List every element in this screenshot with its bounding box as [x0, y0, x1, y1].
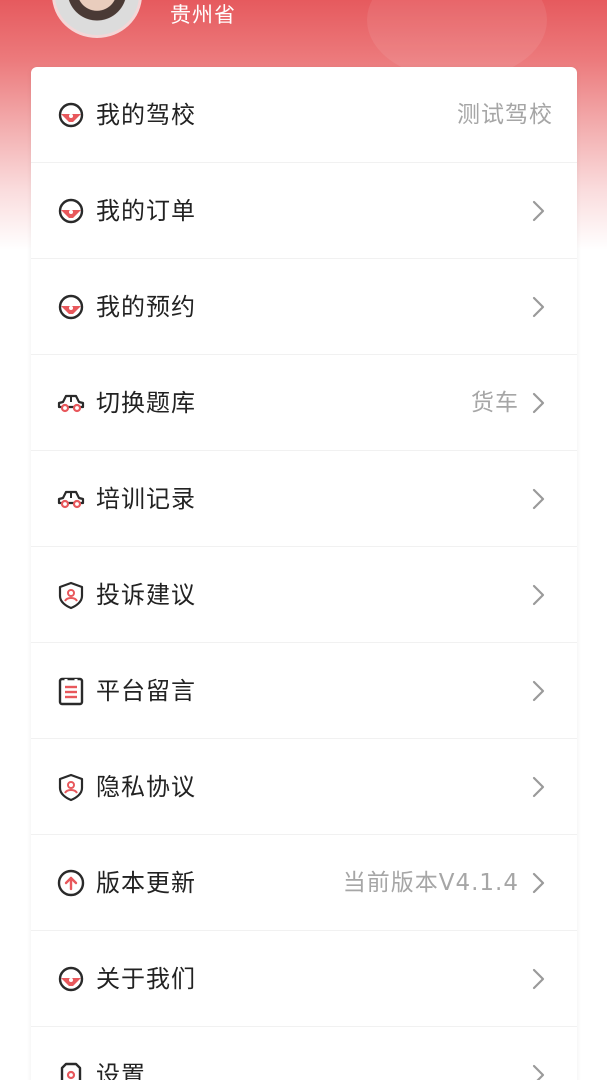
steering-wheel-icon — [58, 102, 84, 128]
menu-item-label: 我的预约 — [96, 293, 196, 321]
menu-item-label: 隐私协议 — [96, 773, 196, 801]
chevron-right-icon — [532, 296, 545, 318]
menu-item-label: 投诉建议 — [96, 581, 196, 609]
menu-item-complaints-suggestions[interactable]: 投诉建议 — [31, 547, 577, 643]
menu-item-label: 关于我们 — [96, 965, 196, 993]
menu-item-label: 培训记录 — [96, 485, 196, 513]
steering-wheel-icon — [58, 198, 84, 224]
menu-item-label: 切换题库 — [96, 389, 196, 417]
chevron-right-icon — [532, 584, 545, 606]
chevron-right-icon — [532, 776, 545, 798]
chevron-right-icon — [532, 872, 545, 894]
user-shield-icon — [58, 773, 84, 802]
message-board-icon — [58, 677, 84, 706]
chevron-right-icon — [532, 392, 545, 414]
menu-item-platform-messages[interactable]: 平台留言 — [31, 643, 577, 739]
user-shield-icon — [58, 581, 84, 610]
chevron-right-icon — [532, 680, 545, 702]
menu-item-value: 测试驾校 — [457, 102, 553, 128]
menu-item-version-update[interactable]: 版本更新 当前版本V4.1.4 — [31, 835, 577, 931]
chevron-right-icon — [532, 488, 545, 510]
menu-item-about-us[interactable]: 关于我们 — [31, 931, 577, 1027]
menu-card: 我的驾校 测试驾校 我的订单 我的预约 切换题库 货车 培训记录 投诉建议 平台… — [31, 67, 577, 1080]
steering-wheel-icon — [58, 294, 84, 320]
chevron-right-icon — [532, 968, 545, 990]
menu-item-value: 当前版本V4.1.4 — [342, 870, 519, 896]
menu-item-my-driving-school[interactable]: 我的驾校 测试驾校 — [31, 67, 577, 163]
menu-item-my-orders[interactable]: 我的订单 — [31, 163, 577, 259]
car-icon — [57, 490, 85, 509]
menu-item-privacy-policy[interactable]: 隐私协议 — [31, 739, 577, 835]
menu-item-value: 货车 — [471, 390, 519, 416]
avatar[interactable] — [52, 0, 142, 38]
car-icon — [57, 394, 85, 413]
settings-icon — [60, 1062, 82, 1080]
menu-item-label: 设置 — [96, 1061, 146, 1080]
menu-item-label: 我的驾校 — [96, 101, 196, 129]
menu-item-settings[interactable]: 设置 — [31, 1027, 577, 1080]
province-label: 贵州省 — [170, 3, 236, 27]
chevron-right-icon — [532, 1064, 545, 1080]
menu-item-label: 版本更新 — [96, 869, 196, 897]
menu-item-label: 平台留言 — [96, 677, 196, 705]
menu-item-my-appointments[interactable]: 我的预约 — [31, 259, 577, 355]
steering-wheel-icon — [58, 966, 84, 992]
upload-arrow-icon — [57, 869, 85, 897]
chevron-right-icon — [532, 200, 545, 222]
menu-item-training-records[interactable]: 培训记录 — [31, 451, 577, 547]
menu-item-switch-question-bank[interactable]: 切换题库 货车 — [31, 355, 577, 451]
menu-item-label: 我的订单 — [96, 197, 196, 225]
